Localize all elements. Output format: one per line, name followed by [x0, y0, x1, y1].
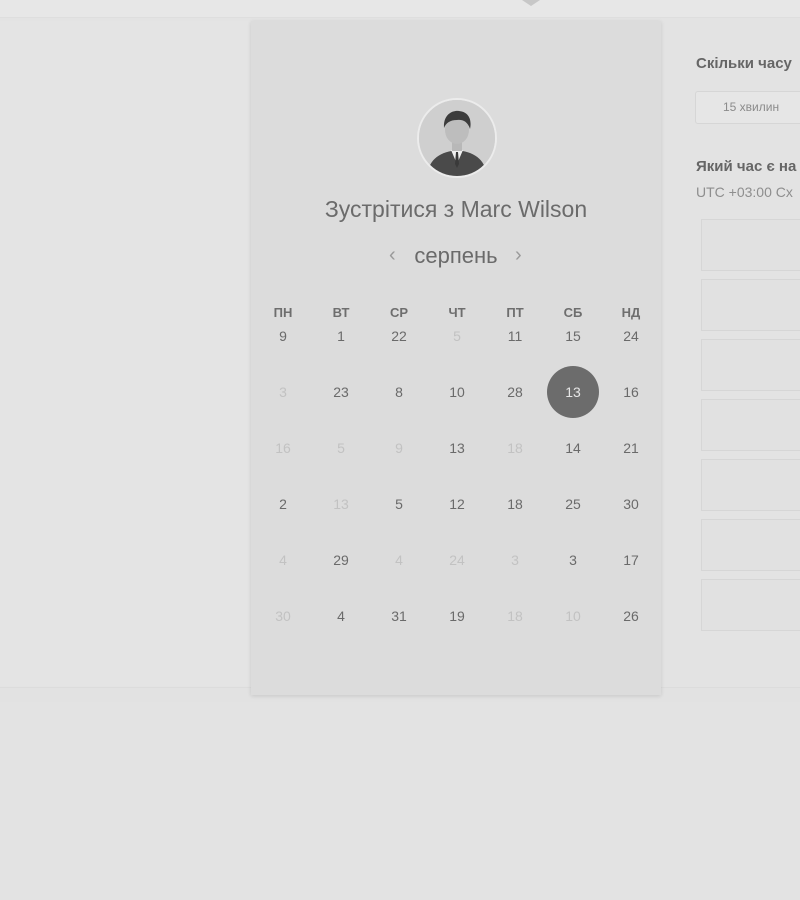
- calendar-day[interactable]: 2: [263, 492, 303, 516]
- calendar-day[interactable]: 12: [437, 492, 477, 516]
- time-heading: Який час є на: [696, 158, 797, 175]
- weekday-thu: ЧТ: [448, 305, 466, 320]
- booking-calendar-card: Зустрітися з Marc Wilson ‹ серпень › ПН В…: [251, 21, 661, 695]
- selected-day[interactable]: 13: [553, 380, 593, 404]
- calendar-day[interactable]: 25: [553, 492, 593, 516]
- calendar-day[interactable]: 10: [437, 380, 477, 404]
- calendar-day[interactable]: 26: [611, 604, 651, 628]
- time-slot[interactable]: [701, 219, 800, 271]
- calendar-day[interactable]: 4: [321, 604, 361, 628]
- calendar-day[interactable]: 16: [611, 380, 651, 404]
- calendar-day[interactable]: 15: [553, 324, 593, 348]
- duration-label: 15 хвилин: [723, 100, 780, 114]
- calendar-day[interactable]: 21: [611, 436, 651, 460]
- duration-heading: Скільки часу: [696, 55, 792, 72]
- weekday-tue: ВТ: [332, 305, 350, 320]
- calendar-day: 4: [279, 552, 287, 568]
- calendar-day: 3: [511, 552, 519, 568]
- weekday-wed: СР: [389, 305, 409, 320]
- calendar-day[interactable]: 1: [321, 324, 361, 348]
- calendar-day: 5: [453, 328, 461, 344]
- time-slot[interactable]: [701, 339, 800, 391]
- calendar-day[interactable]: 5: [379, 492, 419, 516]
- calendar-day: 10: [565, 608, 581, 624]
- calendar-day[interactable]: 11: [495, 324, 535, 348]
- month-navigation: ‹ серпень ›: [251, 243, 661, 271]
- calendar-day: 13: [333, 496, 349, 512]
- calendar-day: 18: [507, 608, 523, 624]
- host-avatar: [417, 98, 497, 178]
- calendar-day[interactable]: 19: [437, 604, 477, 628]
- calendar-day: 5: [337, 440, 345, 456]
- calendar-day[interactable]: 31: [379, 604, 419, 628]
- calendar-day[interactable]: 30: [611, 492, 651, 516]
- calendar-day[interactable]: 14: [553, 436, 593, 460]
- person-photo-icon: [419, 100, 495, 176]
- calendar-day[interactable]: 18: [495, 492, 535, 516]
- time-slot[interactable]: [701, 579, 800, 631]
- page-title: Зустрітися з Marc Wilson: [324, 196, 588, 222]
- time-slot[interactable]: [701, 519, 800, 571]
- weekday-sun: НД: [621, 305, 641, 320]
- calendar-day[interactable]: 24: [611, 324, 651, 348]
- calendar-day[interactable]: 13: [437, 436, 477, 460]
- calendar-day: 3: [279, 384, 287, 400]
- calendar-day[interactable]: 9: [263, 324, 303, 348]
- calendar-day: 4: [395, 552, 403, 568]
- calendar-day[interactable]: 3: [553, 548, 593, 572]
- left-panel: [0, 21, 251, 686]
- caret-down-icon: [522, 0, 540, 6]
- weekday-sat: СБ: [563, 305, 583, 320]
- calendar-day[interactable]: 29: [321, 548, 361, 572]
- calendar-day[interactable]: 8: [379, 380, 419, 404]
- calendar-day: 16: [275, 440, 291, 456]
- calendar-day[interactable]: 28: [495, 380, 535, 404]
- duration-option[interactable]: 15 хвилин: [695, 91, 800, 124]
- calendar-day[interactable]: 22: [379, 324, 419, 348]
- time-slot[interactable]: [701, 399, 800, 451]
- chevron-right-icon[interactable]: ›: [515, 243, 522, 267]
- calendar-day[interactable]: 17: [611, 548, 651, 572]
- calendar-day: 9: [395, 440, 403, 456]
- time-slot[interactable]: [701, 459, 800, 511]
- weekday-fri: ПТ: [506, 305, 524, 320]
- calendar-day[interactable]: 23: [321, 380, 361, 404]
- time-slot[interactable]: [701, 279, 800, 331]
- calendar-day: 24: [449, 552, 465, 568]
- timezone-label[interactable]: UTC +03:00 Сх: [696, 184, 793, 200]
- weekday-mon: ПН: [273, 305, 293, 320]
- current-month: серпень: [414, 243, 498, 268]
- top-bar: [0, 0, 800, 18]
- calendar-day: 30: [275, 608, 291, 624]
- calendar-day: 18: [507, 440, 523, 456]
